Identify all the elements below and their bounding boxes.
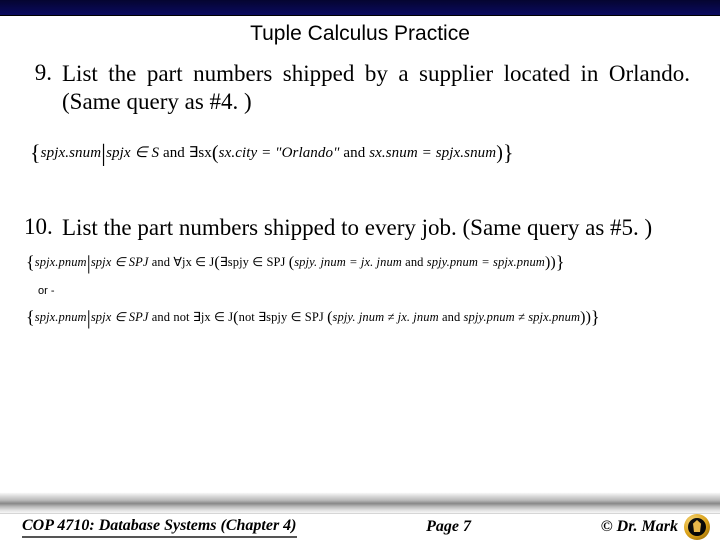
list-item: 9. List the part numbers shipped by a su… <box>24 60 690 116</box>
item-number: 10. <box>24 214 62 242</box>
or-separator: or - <box>38 285 690 297</box>
footer-divider <box>0 492 720 514</box>
item-text: List the part numbers shipped to every j… <box>62 214 652 242</box>
formula-q10b: {spjx.pnum|spjx ∈ SPJ and not ∃jx ∈ J(no… <box>26 307 690 330</box>
footer-course: COP 4710: Database Systems (Chapter 4) <box>22 517 297 538</box>
ucf-logo-icon <box>684 514 710 540</box>
footer-page: Page 7 <box>297 518 601 536</box>
formula-q9: {spjx.snum|spjx ∈ S and ∃sx(sx.city = "O… <box>30 140 690 168</box>
item-text: List the part numbers shipped by a suppl… <box>62 60 690 116</box>
item-number: 9. <box>24 60 62 116</box>
top-accent-bar <box>0 0 720 16</box>
slide-content: 9. List the part numbers shipped by a su… <box>0 60 720 330</box>
footer: COP 4710: Database Systems (Chapter 4) P… <box>0 492 720 540</box>
slide-title: Tuple Calculus Practice <box>0 22 720 46</box>
list-item: 10. List the part numbers shipped to eve… <box>24 214 690 242</box>
formula-q10a: {spjx.pnum|spjx ∈ SPJ and ∀jx ∈ J(∃spjy … <box>26 252 690 275</box>
footer-author: © Dr. Mark <box>601 518 678 536</box>
